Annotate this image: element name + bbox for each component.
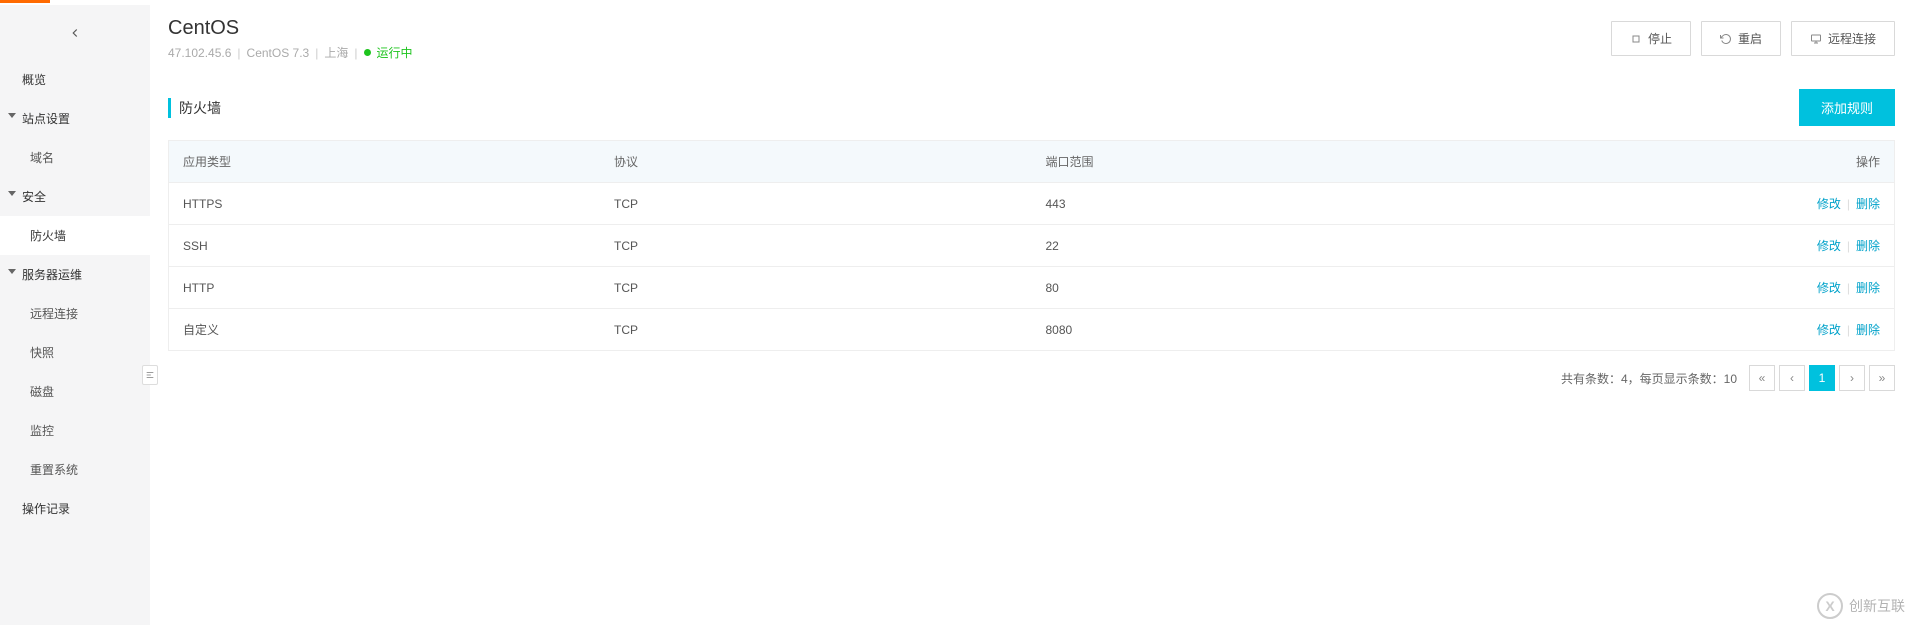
nav-firewall[interactable]: 防火墙 — [0, 216, 150, 255]
firewall-rules-table: 应用类型 协议 端口范围 操作 HTTPSTCP443修改|删除SSHTCP22… — [168, 140, 1895, 351]
nav-remote-connect[interactable]: 远程连接 — [0, 294, 150, 333]
cell-port-range: 443 — [1032, 183, 1636, 225]
server-meta: 47.102.45.6 | CentOS 7.3 | 上海 | 运行中 — [168, 44, 1611, 61]
delete-link[interactable]: 删除 — [1856, 281, 1880, 295]
nav-operation-log[interactable]: 操作记录 — [0, 489, 150, 528]
meta-separator: | — [354, 46, 357, 60]
page-first-button[interactable]: « — [1749, 365, 1775, 391]
top-accent-bar — [0, 0, 1913, 5]
nav-monitor[interactable]: 监控 — [0, 411, 150, 450]
nav-snapshot[interactable]: 快照 — [0, 333, 150, 372]
sidebar-collapse-handle[interactable] — [142, 365, 158, 385]
main-content: CentOS 47.102.45.6 | CentOS 7.3 | 上海 | 运… — [150, 5, 1913, 625]
nav-reset-system[interactable]: 重置系统 — [0, 450, 150, 489]
meta-separator: | — [237, 46, 240, 60]
cell-protocol: TCP — [600, 183, 1032, 225]
watermark: X 创新互联 — [1817, 593, 1905, 619]
active-tab-indicator — [0, 0, 50, 3]
nav-overview[interactable]: 概览 — [0, 60, 150, 99]
edit-link[interactable]: 修改 — [1817, 239, 1841, 253]
cell-protocol: TCP — [600, 225, 1032, 267]
pagination-summary: 共有条数：4，每页显示条数：10 — [1561, 370, 1737, 387]
cell-protocol: TCP — [600, 309, 1032, 351]
remote-connect-button[interactable]: 远程连接 — [1791, 21, 1895, 56]
section-title: 防火墙 — [168, 98, 1799, 118]
page-1-button[interactable]: 1 — [1809, 365, 1835, 391]
action-separator: | — [1847, 323, 1850, 337]
server-status: 运行中 — [377, 44, 413, 61]
chevron-left-icon — [68, 26, 82, 40]
action-separator: | — [1847, 281, 1850, 295]
nav-group-label: 服务器运维 — [22, 268, 82, 282]
meta-separator: | — [315, 46, 318, 60]
section-header: 防火墙 添加规则 — [168, 89, 1895, 126]
nav-group-security[interactable]: 安全 — [0, 177, 150, 216]
col-action: 操作 — [1636, 141, 1895, 183]
cell-port-range: 8080 — [1032, 309, 1636, 351]
table-row: HTTPSTCP443 修改 | 删除 — [169, 183, 1895, 225]
sidebar: 概览 站点设置 域名 安全 防火墙 服务器运维 远程连接 快照 磁盘 监控 重置… — [0, 5, 150, 625]
page-header: CentOS 47.102.45.6 | CentOS 7.3 | 上海 | 运… — [168, 17, 1895, 61]
cell-app-type: HTTP — [169, 267, 601, 309]
watermark-logo-icon: X — [1817, 593, 1843, 619]
stop-icon — [1630, 33, 1642, 45]
restart-icon — [1720, 33, 1732, 45]
table-header-row: 应用类型 协议 端口范围 操作 — [169, 141, 1895, 183]
delete-link[interactable]: 删除 — [1856, 323, 1880, 337]
button-label: 重启 — [1738, 30, 1762, 47]
cell-app-type: 自定义 — [169, 309, 601, 351]
nav-disk[interactable]: 磁盘 — [0, 372, 150, 411]
page-last-button[interactable]: » — [1869, 365, 1895, 391]
edit-link[interactable]: 修改 — [1817, 323, 1841, 337]
cell-protocol: TCP — [600, 267, 1032, 309]
table-row: HTTPTCP80 修改 | 删除 — [169, 267, 1895, 309]
watermark-text: 创新互联 — [1849, 596, 1905, 616]
restart-button[interactable]: 重启 — [1701, 21, 1781, 56]
cell-port-range: 22 — [1032, 225, 1636, 267]
button-label: 停止 — [1648, 30, 1672, 47]
col-protocol: 协议 — [600, 141, 1032, 183]
back-button[interactable] — [0, 5, 150, 60]
collapse-icon — [145, 370, 155, 380]
table-row: SSHTCP22 修改 | 删除 — [169, 225, 1895, 267]
server-region: 上海 — [324, 44, 348, 61]
nav-group-label: 站点设置 — [22, 112, 70, 126]
server-name: CentOS — [168, 17, 1611, 40]
caret-down-icon — [8, 113, 16, 118]
button-label: 远程连接 — [1828, 30, 1876, 47]
cell-actions: 修改 | 删除 — [1636, 183, 1895, 225]
cell-actions: 修改 | 删除 — [1636, 267, 1895, 309]
nav-group-label: 安全 — [22, 190, 46, 204]
server-ip: 47.102.45.6 — [168, 46, 231, 60]
delete-link[interactable]: 删除 — [1856, 239, 1880, 253]
nav-group-server-ops[interactable]: 服务器运维 — [0, 255, 150, 294]
cell-port-range: 80 — [1032, 267, 1636, 309]
add-rule-button[interactable]: 添加规则 — [1799, 89, 1895, 126]
cell-actions: 修改 | 删除 — [1636, 309, 1895, 351]
nav-group-site-settings[interactable]: 站点设置 — [0, 99, 150, 138]
pagination-row: 共有条数：4，每页显示条数：10 « ‹ 1 › » — [168, 365, 1895, 391]
server-os: CentOS 7.3 — [247, 46, 310, 60]
col-port-range: 端口范围 — [1032, 141, 1636, 183]
edit-link[interactable]: 修改 — [1817, 197, 1841, 211]
stop-button[interactable]: 停止 — [1611, 21, 1691, 56]
caret-down-icon — [8, 269, 16, 274]
nav-domain[interactable]: 域名 — [0, 138, 150, 177]
remote-icon — [1810, 33, 1822, 45]
table-row: 自定义TCP8080 修改 | 删除 — [169, 309, 1895, 351]
delete-link[interactable]: 删除 — [1856, 197, 1880, 211]
status-dot-icon — [364, 49, 371, 56]
action-separator: | — [1847, 239, 1850, 253]
cell-app-type: SSH — [169, 225, 601, 267]
col-app-type: 应用类型 — [169, 141, 601, 183]
pagination: « ‹ 1 › » — [1749, 365, 1895, 391]
cell-app-type: HTTPS — [169, 183, 601, 225]
edit-link[interactable]: 修改 — [1817, 281, 1841, 295]
caret-down-icon — [8, 191, 16, 196]
page-prev-button[interactable]: ‹ — [1779, 365, 1805, 391]
action-separator: | — [1847, 197, 1850, 211]
page-next-button[interactable]: › — [1839, 365, 1865, 391]
cell-actions: 修改 | 删除 — [1636, 225, 1895, 267]
